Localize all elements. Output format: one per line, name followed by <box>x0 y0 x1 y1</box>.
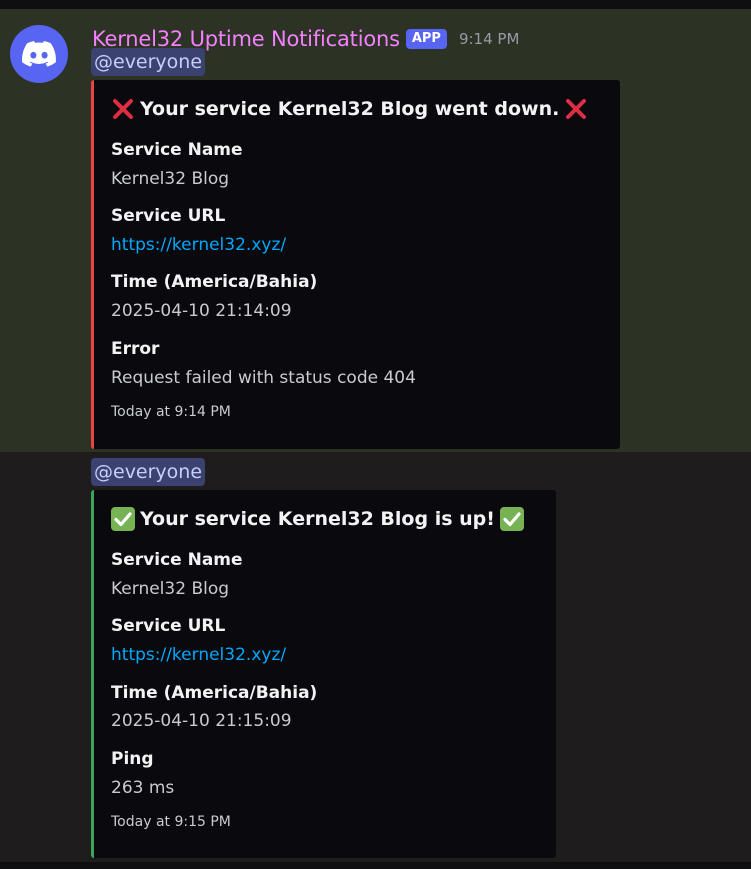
message-down: Kernel32 Uptime Notifications APP 9:14 P… <box>0 9 751 452</box>
field-name-time: Time (America/Bahia) <box>111 683 318 703</box>
field-value-service-name: Kernel32 Blog <box>111 169 230 189</box>
everyone-mention[interactable]: @everyone <box>91 48 206 76</box>
field-value-ping: 263 ms <box>111 778 175 798</box>
bottom-divider <box>0 862 751 869</box>
embed-up: Your service Kernel32 Blog is up! Servic… <box>91 490 556 858</box>
field-value-error: Request failed with status code 404 <box>111 368 416 388</box>
top-divider <box>0 0 751 9</box>
field-name-service-name: Service Name <box>111 140 243 160</box>
avatar[interactable] <box>10 25 68 83</box>
check-mark-icon <box>111 507 135 531</box>
field-name-service-url: Service URL <box>111 206 226 226</box>
everyone-mention[interactable]: @everyone <box>91 458 206 486</box>
embed-title-text: Your service Kernel32 Blog went down. <box>140 98 560 120</box>
app-badge: APP <box>405 29 447 49</box>
embed-title: Your service Kernel32 Blog is up! <box>111 507 524 531</box>
embed-title: Your service Kernel32 Blog went down. <box>111 97 588 121</box>
message-up: @everyone Your service Kernel32 Blog is … <box>0 452 751 862</box>
message-timestamp[interactable]: 9:14 PM <box>459 30 519 48</box>
check-mark-icon <box>499 507 524 531</box>
field-name-ping: Ping <box>111 749 154 769</box>
field-value-time: 2025-04-10 21:14:09 <box>111 301 292 321</box>
cross-mark-icon <box>111 97 135 121</box>
field-name-time: Time (America/Bahia) <box>111 272 318 292</box>
cross-mark-icon <box>564 97 588 121</box>
embed-footer-timestamp: Today at 9:15 PM <box>111 814 231 830</box>
field-value-service-name: Kernel32 Blog <box>111 579 230 599</box>
field-name-service-url: Service URL <box>111 616 226 636</box>
embed-title-text: Your service Kernel32 Blog is up! <box>140 508 495 530</box>
service-url-link[interactable]: https://kernel32.xyz/ <box>111 645 286 665</box>
field-name-service-name: Service Name <box>111 550 243 570</box>
field-value-time: 2025-04-10 21:15:09 <box>111 711 292 731</box>
embed-down: Your service Kernel32 Blog went down. Se… <box>91 80 620 449</box>
discord-logo-icon <box>22 41 56 67</box>
embed-footer-timestamp: Today at 9:14 PM <box>111 404 231 420</box>
field-name-error: Error <box>111 339 160 359</box>
service-url-link[interactable]: https://kernel32.xyz/ <box>111 235 286 255</box>
